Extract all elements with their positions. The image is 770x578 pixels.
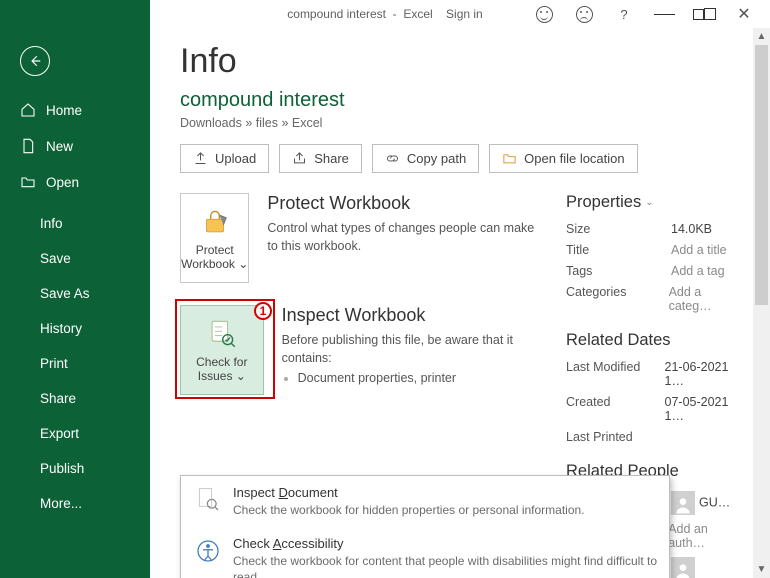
sidebar-item-open[interactable]: Open <box>0 164 150 200</box>
share-button[interactable]: Share <box>279 144 362 173</box>
sidebar-item-save[interactable]: Save <box>0 241 150 276</box>
related-dates-heading: Related Dates <box>566 331 746 350</box>
created-value: 07-05-2021 1… <box>665 395 747 423</box>
page-title: Info <box>180 42 746 81</box>
sidebar-item-print[interactable]: Print <box>0 346 150 381</box>
dd-desc: Check the workbook for content that peop… <box>233 553 657 578</box>
prop-title-label: Title <box>566 243 671 257</box>
window-minimize-button[interactable] <box>644 1 684 27</box>
sidebar-item-info[interactable]: Info <box>0 206 150 241</box>
add-author-link[interactable]: Add an auth… <box>668 522 746 550</box>
window-title: compound interest - Excel Sign in <box>287 7 482 21</box>
check-for-issues-button[interactable]: Check for Issues ⌄ <box>180 305 264 395</box>
help-button[interactable]: ? <box>604 1 644 27</box>
chevron-down-icon: ⌄ <box>645 197 653 208</box>
accessibility-icon <box>193 536 223 566</box>
sidebar-item-share[interactable]: Share <box>0 381 150 416</box>
share-icon <box>292 151 307 166</box>
new-file-icon <box>20 138 36 154</box>
annotation-number-1: 1 <box>254 302 272 320</box>
inspect-bullet: Document properties, printer <box>298 371 540 385</box>
back-button[interactable] <box>20 46 50 76</box>
open-folder-icon <box>20 174 36 190</box>
sidebar-item-new[interactable]: New <box>0 128 150 164</box>
file-actions-row: Upload Share Copy path Open file locatio… <box>180 144 746 173</box>
copy-path-button[interactable]: Copy path <box>372 144 479 173</box>
backstage-sidebar: Home New Open Info Save Save As History … <box>0 0 150 578</box>
inspect-workbook-title: Inspect Workbook <box>282 305 540 326</box>
sidebar-item-publish[interactable]: Publish <box>0 451 150 486</box>
document-name: compound interest <box>180 89 746 112</box>
avatar-icon <box>671 491 695 515</box>
sidebar-item-export[interactable]: Export <box>0 416 150 451</box>
inspect-workbook-desc: Before publishing this file, be aware th… <box>282 332 540 367</box>
feedback-smile-icon[interactable] <box>524 1 564 27</box>
dd-title: Inspect Document <box>233 485 585 500</box>
prop-title-value[interactable]: Add a title <box>671 243 727 257</box>
prop-tags-value[interactable]: Add a tag <box>671 264 725 278</box>
protect-workbook-section: Protect Workbook ⌄ Protect Workbook Cont… <box>180 193 540 283</box>
last-printed-label: Last Printed <box>566 430 671 444</box>
sidebar-label: Home <box>46 103 82 118</box>
prop-categories-label: Categories <box>566 285 669 313</box>
inspect-document-icon <box>193 485 223 515</box>
breadcrumb: Downloads » files » Excel <box>180 116 746 130</box>
feedback-frown-icon[interactable] <box>564 1 604 27</box>
last-modified-label: Last Modified <box>566 360 665 388</box>
check-issues-dropdown: Inspect Document Check the workbook for … <box>180 475 670 578</box>
upload-button[interactable]: Upload <box>180 144 269 173</box>
last-modified-value: 21-06-2021 1… <box>665 360 747 388</box>
folder-icon <box>502 151 517 166</box>
modified-by-value[interactable] <box>671 557 699 578</box>
main-panel: Info compound interest Downloads » files… <box>150 28 770 578</box>
upload-icon <box>193 151 208 166</box>
inspect-workbook-section: Check for Issues ⌄ Inspect Workbook Befo… <box>180 305 540 395</box>
sidebar-label: New <box>46 139 73 154</box>
prop-categories-value[interactable]: Add a categ… <box>669 285 746 313</box>
sidebar-label: Open <box>46 175 79 190</box>
protect-workbook-desc: Control what types of changes people can… <box>267 220 540 255</box>
checklist-magnify-icon <box>205 317 239 351</box>
open-file-location-button[interactable]: Open file location <box>489 144 637 173</box>
link-icon <box>385 151 400 166</box>
lock-shield-icon <box>198 205 232 239</box>
created-label: Created <box>566 395 665 423</box>
dd-title: Check Accessibility <box>233 536 657 551</box>
scroll-down-arrow[interactable]: ▼ <box>753 561 770 578</box>
inspect-document-item[interactable]: Inspect Document Check the workbook for … <box>181 476 669 527</box>
home-icon <box>20 102 36 118</box>
window-close-button[interactable]: ✕ <box>724 1 764 27</box>
dd-desc: Check the workbook for hidden properties… <box>233 502 585 518</box>
prop-tags-label: Tags <box>566 264 671 278</box>
arrow-left-icon <box>28 54 42 68</box>
vertical-scrollbar[interactable]: ▲ ▼ <box>753 28 770 578</box>
properties-dropdown[interactable]: Properties⌄ <box>566 193 746 212</box>
sidebar-item-more[interactable]: More... <box>0 486 150 521</box>
sign-in-link[interactable]: Sign in <box>446 7 483 21</box>
sidebar-item-home[interactable]: Home <box>0 92 150 128</box>
scroll-up-arrow[interactable]: ▲ <box>753 28 770 45</box>
sidebar-item-saveas[interactable]: Save As <box>0 276 150 311</box>
prop-size-label: Size <box>566 222 671 236</box>
protect-workbook-button[interactable]: Protect Workbook ⌄ <box>180 193 249 283</box>
author-value[interactable]: GU… <box>671 491 730 515</box>
prop-size-value: 14.0KB <box>671 222 712 236</box>
window-maximize-button[interactable] <box>684 1 724 27</box>
protect-workbook-title: Protect Workbook <box>267 193 540 214</box>
scroll-thumb[interactable] <box>755 45 768 305</box>
check-accessibility-item[interactable]: Check Accessibility Check the workbook f… <box>181 527 669 578</box>
avatar-icon <box>671 557 695 578</box>
sidebar-item-history: History <box>0 311 150 346</box>
